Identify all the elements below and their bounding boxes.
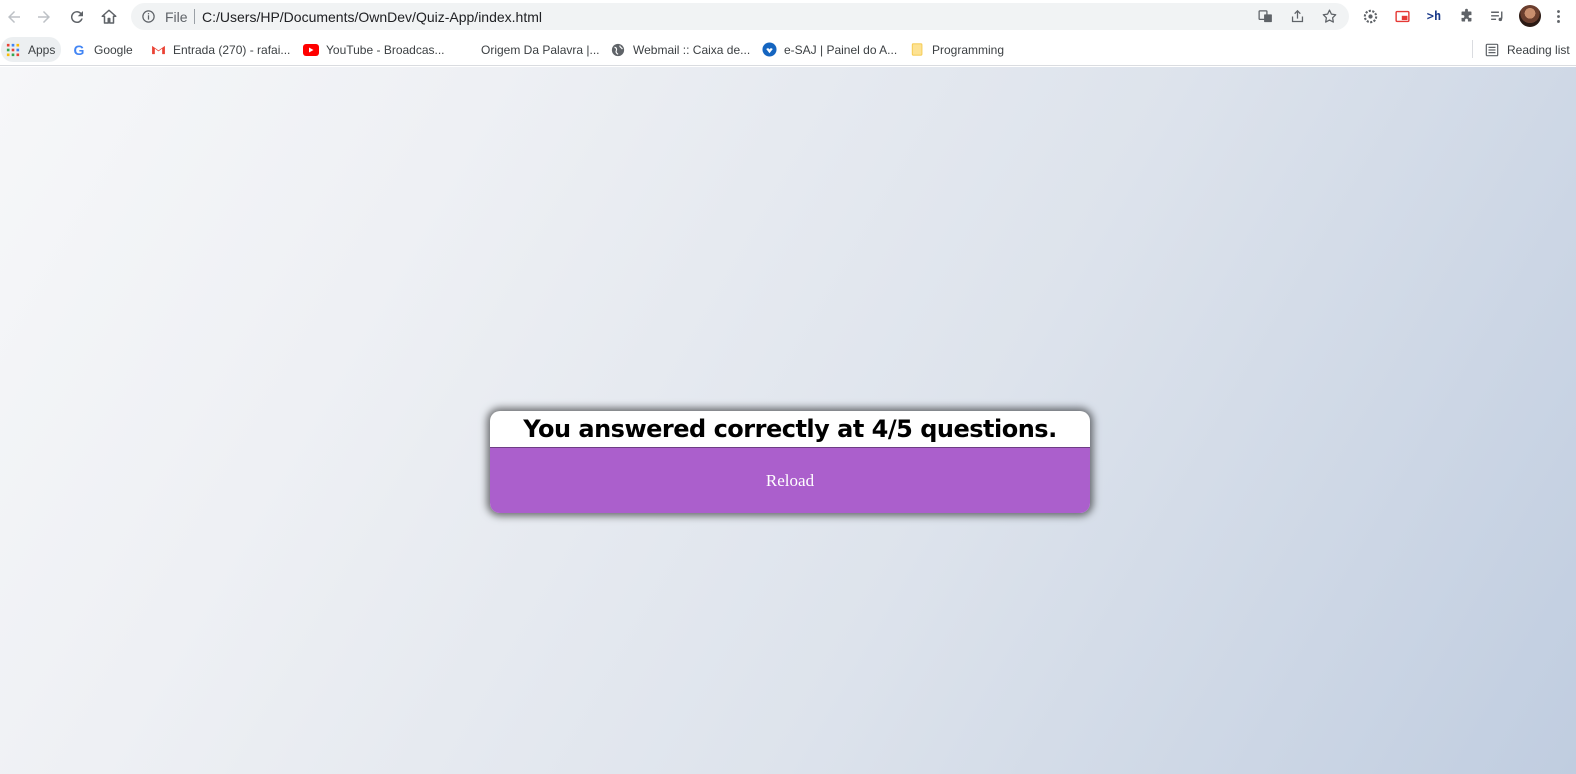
bookmarks-divider — [1472, 40, 1473, 58]
bookmark-label: Entrada (270) - rafai... — [173, 42, 291, 57]
bookmark-label: Origem Da Palavra |... — [481, 42, 600, 57]
bookmark-label: YouTube - Broadcas... — [326, 42, 445, 57]
bookmark-origem[interactable]: Origem Da Palavra |... — [458, 37, 600, 62]
menu-kebab-icon[interactable] — [1552, 7, 1564, 25]
bookmark-label: Webmail :: Caixa de... — [633, 42, 751, 57]
blank-page-icon — [458, 42, 474, 58]
omnibox-divider — [194, 9, 195, 24]
share-icon[interactable] — [1289, 8, 1306, 25]
translate-icon[interactable] — [1257, 8, 1274, 25]
reading-list-button[interactable]: Reading list — [1484, 37, 1570, 62]
address-bar[interactable]: File C:/Users/HP/Documents/OwnDev/Quiz-A… — [131, 3, 1349, 30]
apps-grid-icon — [5, 42, 21, 58]
url-text[interactable]: C:/Users/HP/Documents/OwnDev/Quiz-App/in… — [202, 9, 542, 25]
home-icon[interactable] — [96, 4, 122, 30]
quiz-result-heading: You answered correctly at 4/5 questions. — [523, 415, 1057, 443]
bookmark-apps[interactable]: Apps — [1, 37, 62, 62]
extensions-puzzle-icon[interactable] — [1457, 7, 1475, 25]
bookmark-label: Apps — [28, 42, 56, 57]
esaj-icon — [761, 42, 777, 58]
star-icon[interactable] — [1321, 8, 1338, 25]
bookmark-esaj[interactable]: e-SAJ | Painel do A... — [761, 37, 897, 62]
gmail-icon — [150, 42, 166, 58]
quiz-result-card: You answered correctly at 4/5 questions.… — [490, 411, 1090, 513]
bookmarks-bar: Apps G Google Entrada (270) - rafai... Y… — [0, 33, 1576, 66]
reading-list-label: Reading list — [1507, 42, 1570, 57]
media-control-icon[interactable] — [1488, 7, 1506, 25]
reload-button[interactable]: Reload — [490, 447, 1090, 513]
back-arrow-icon[interactable] — [1, 4, 27, 30]
bookmark-webmail[interactable]: Webmail :: Caixa de... — [610, 37, 750, 62]
page-viewport: You answered correctly at 4/5 questions.… — [0, 67, 1576, 774]
scheme-label: File — [165, 9, 188, 25]
info-icon[interactable] — [141, 9, 156, 24]
bookmark-label: Google — [94, 42, 133, 57]
google-icon: G — [73, 41, 85, 58]
bookmark-programming-folder[interactable]: Programming — [909, 37, 1004, 62]
folder-icon — [909, 42, 925, 58]
globe-icon — [610, 42, 626, 58]
bookmark-label: e-SAJ | Painel do A... — [784, 42, 898, 57]
reading-list-icon — [1484, 42, 1500, 58]
terminal-h-icon[interactable]: >h — [1425, 7, 1443, 25]
bookmark-label: Programming — [932, 42, 1005, 57]
extension-gear-icon[interactable] — [1361, 7, 1379, 25]
bookmark-google[interactable]: G Google — [71, 37, 133, 62]
bookmark-gmail[interactable]: Entrada (270) - rafai... — [150, 37, 290, 62]
screen-capture-icon[interactable] — [1393, 7, 1411, 25]
browser-toolbar: File C:/Users/HP/Documents/OwnDev/Quiz-A… — [0, 0, 1576, 33]
forward-arrow-icon[interactable] — [31, 4, 57, 30]
youtube-icon — [303, 42, 319, 58]
profile-avatar[interactable] — [1519, 5, 1541, 27]
reload-icon[interactable] — [64, 4, 90, 30]
bookmark-youtube[interactable]: YouTube - Broadcas... — [303, 37, 445, 62]
